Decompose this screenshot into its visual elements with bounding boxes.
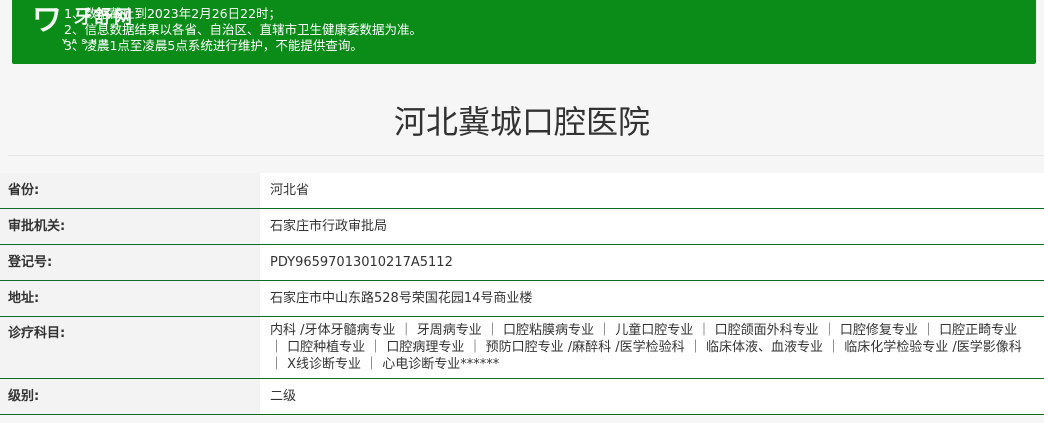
detail-row-departments: 诊疗科目: 内科 /牙体牙髓病专业 ｜ 牙周病专业 ｜ 口腔粘膜病专业 ｜ 儿童… — [0, 317, 1044, 379]
detail-value: 石家庄市中山东路528号荣国花园14号商业楼 — [260, 281, 1044, 316]
detail-value: 河北省 — [260, 173, 1044, 208]
hospital-details-table: 省份: 河北省 审批机关: 石家庄市行政审批局 登记号: PDY96597013… — [0, 173, 1044, 415]
page: ワ 牙舒网 Y A S H U 1、数据截止到2023年2月26日22时； 2、… — [0, 0, 1044, 423]
detail-label: 审批机关: — [0, 209, 260, 244]
logo-text: 牙舒网 — [74, 7, 134, 28]
notice-line-2: 2、信息数据结果以各省、自治区、直辖市卫生健康委数据为准。 — [64, 22, 422, 37]
detail-row-registration: 登记号: PDY96597013010217A5112 — [0, 245, 1044, 281]
detail-label: 省份: — [0, 173, 260, 208]
detail-label: 诊疗科目: — [0, 317, 260, 378]
detail-row-province: 省份: 河北省 — [0, 173, 1044, 209]
page-title: 河北冀城口腔医院 — [393, 103, 650, 141]
detail-value: 二级 — [260, 379, 1044, 414]
notice-line-1: 1、数据截止到2023年2月26日22时； — [64, 6, 282, 21]
tooth-logo-icon: ワ — [32, 3, 62, 38]
notice-banner: ワ 牙舒网 Y A S H U 1、数据截止到2023年2月26日22时； 2、… — [12, 0, 1036, 64]
notice-line-3: 3、凌晨1点至凌晨5点系统进行维护，不能提供查询。 — [64, 38, 363, 53]
detail-value: 石家庄市行政审批局 — [260, 209, 1044, 244]
site-logo[interactable]: ワ 牙舒网 Y A S H U — [32, 3, 150, 47]
detail-label: 地址: — [0, 281, 260, 316]
detail-row-address: 地址: 石家庄市中山东路528号荣国花园14号商业楼 — [0, 281, 1044, 317]
detail-label: 登记号: — [0, 245, 260, 280]
detail-value: 内科 /牙体牙髓病专业 ｜ 牙周病专业 ｜ 口腔粘膜病专业 ｜ 儿童口腔专业 ｜… — [260, 317, 1044, 378]
detail-value: PDY96597013010217A5112 — [260, 245, 1044, 280]
detail-row-level: 级别: 二级 — [0, 379, 1044, 415]
detail-row-authority: 审批机关: 石家庄市行政审批局 — [0, 209, 1044, 245]
logo-subtext: Y A S H U — [62, 38, 108, 46]
detail-label: 级别: — [0, 379, 260, 414]
title-divider — [8, 155, 1044, 156]
